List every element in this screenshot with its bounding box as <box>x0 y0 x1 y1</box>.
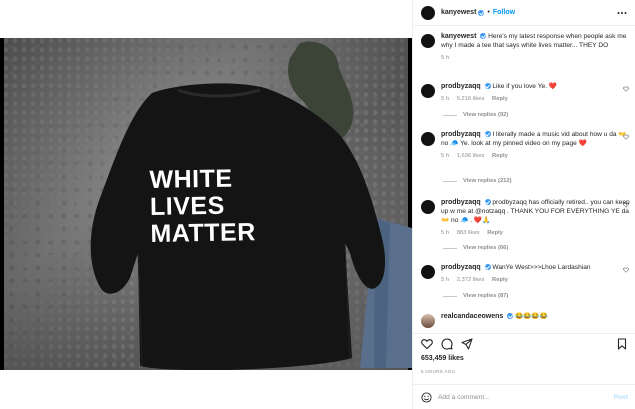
add-comment-input[interactable] <box>438 393 614 401</box>
verified-badge-icon <box>484 82 491 89</box>
caption-time[interactable]: 5 h <box>441 55 449 61</box>
comment-item: prodbyzaqq I literally made a music vid … <box>421 130 631 161</box>
shirt-print-text: WHITE LIVES MATTER <box>149 165 260 248</box>
shirt-print-line: MATTER <box>150 218 256 248</box>
comment-likes[interactable]: 2,372 likes <box>457 277 485 283</box>
verified-badge-icon <box>484 198 491 205</box>
like-comment-heart-icon[interactable] <box>623 86 629 92</box>
bookmark-icon[interactable] <box>616 338 628 350</box>
like-comment-heart-icon[interactable] <box>623 202 629 208</box>
verified-badge-icon <box>480 32 487 39</box>
post-timestamp[interactable]: 5 HOURS AGO <box>421 369 455 374</box>
emoji-icon[interactable] <box>421 391 432 403</box>
view-replies-button[interactable]: View replies (212) <box>443 178 512 184</box>
caption: kanyewest Here's my latest response when… <box>421 32 631 63</box>
comment-time[interactable]: 5 h <box>441 230 449 236</box>
post-actions: 653,459 likes 5 HOURS AGO <box>413 333 635 377</box>
view-replies-button[interactable]: View replies (92) <box>443 112 508 118</box>
like-heart-icon[interactable] <box>421 338 433 350</box>
avatar[interactable] <box>421 84 435 98</box>
avatar[interactable] <box>421 314 435 328</box>
comment-likes[interactable]: 1,636 likes <box>457 153 485 159</box>
view-replies-button[interactable]: View replies (87) <box>443 293 508 299</box>
comment-text: WanYe West>>>Lhoe Lardashian <box>492 264 591 271</box>
comment-username[interactable]: prodbyzaqq <box>441 199 481 206</box>
shirt-print-line: WHITE <box>149 164 233 194</box>
comment-text: Like if you love Ye. ❤️ <box>492 83 558 90</box>
verified-badge-icon <box>484 263 491 270</box>
add-comment-bar: Post <box>413 384 635 409</box>
comment-text: 😂😂😂😂 <box>514 313 548 320</box>
verified-badge-icon <box>484 130 491 137</box>
header-username[interactable]: kanyewest <box>441 9 476 16</box>
instagram-post-modal: WHITE LIVES MATTER kanyewest • Follow ka… <box>0 0 635 409</box>
caption-username[interactable]: kanyewest <box>441 33 476 40</box>
comment-time[interactable]: 5 h <box>441 96 449 102</box>
view-replies-button[interactable]: View replies (66) <box>443 245 508 251</box>
avatar[interactable] <box>421 265 435 279</box>
post-comment-button[interactable]: Post <box>614 394 628 401</box>
comment-bubble-icon[interactable] <box>441 338 453 350</box>
post-photo[interactable]: WHITE LIVES MATTER <box>0 38 412 370</box>
avatar[interactable] <box>421 34 435 48</box>
more-options-icon[interactable] <box>617 11 627 15</box>
comment-item: realcandaceowens 😂😂😂😂 <box>421 312 631 328</box>
shirt-print-line: LIVES <box>149 191 225 221</box>
reply-button[interactable]: Reply <box>492 277 508 283</box>
post-sidebar: kanyewest • Follow kanyewest Here's my l… <box>412 0 635 409</box>
follow-button[interactable]: Follow <box>493 9 515 16</box>
comment-item: prodbyzaqq prodbyzaqq has officially ret… <box>421 198 631 238</box>
like-comment-heart-icon[interactable] <box>623 134 629 140</box>
avatar[interactable] <box>421 132 435 146</box>
comment-username[interactable]: prodbyzaqq <box>441 83 481 90</box>
comments-list: kanyewest Here's my latest response when… <box>413 26 635 333</box>
comment-time[interactable]: 5 h <box>441 153 449 159</box>
post-header: kanyewest • Follow <box>413 0 635 26</box>
avatar[interactable] <box>421 5 435 20</box>
reply-button[interactable]: Reply <box>492 96 508 102</box>
comment-item: prodbyzaqq WanYe West>>>Lhoe Lardashian … <box>421 263 631 285</box>
reply-button[interactable]: Reply <box>492 153 508 159</box>
comment-username[interactable]: realcandaceowens <box>441 313 503 320</box>
separator-dot: • <box>487 9 490 16</box>
avatar[interactable] <box>421 200 435 214</box>
post-media: WHITE LIVES MATTER <box>0 0 412 409</box>
verified-badge-icon <box>478 9 485 16</box>
comment-item: prodbyzaqq Like if you love Ye. ❤️ 5 h 5… <box>421 82 631 104</box>
comment-time[interactable]: 5 h <box>441 277 449 283</box>
comment-likes[interactable]: 883 likes <box>457 230 480 236</box>
comment-username[interactable]: prodbyzaqq <box>441 264 481 271</box>
verified-badge-icon <box>507 312 514 319</box>
comment-username[interactable]: prodbyzaqq <box>441 131 481 138</box>
like-comment-heart-icon[interactable] <box>623 267 629 273</box>
comment-likes[interactable]: 5,216 likes <box>457 96 485 102</box>
reply-button[interactable]: Reply <box>487 230 503 236</box>
likes-count[interactable]: 653,459 likes <box>421 355 464 362</box>
share-send-icon[interactable] <box>461 338 473 350</box>
